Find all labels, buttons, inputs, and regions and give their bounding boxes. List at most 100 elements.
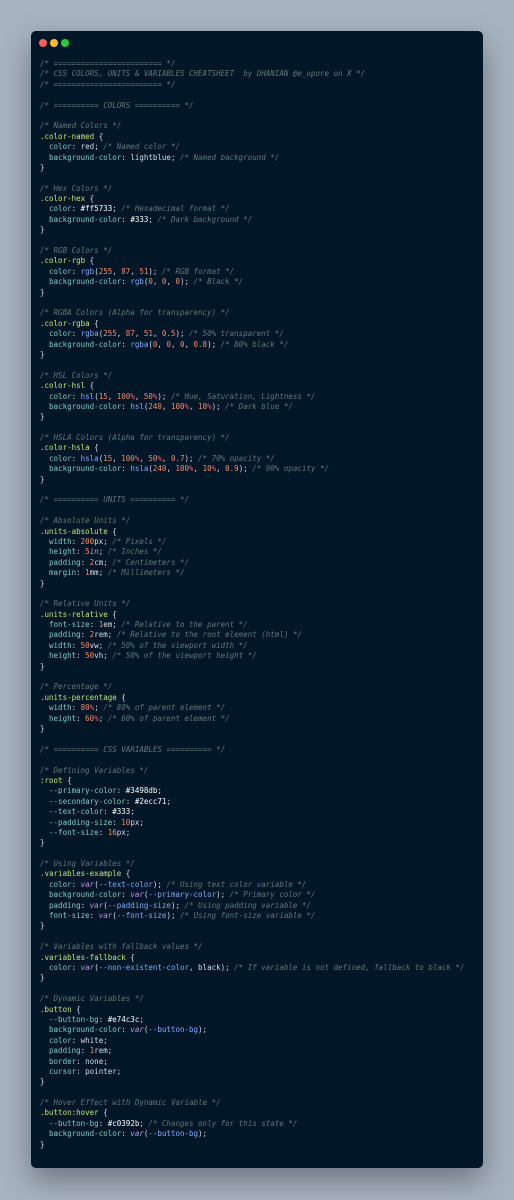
code-token-punc: : xyxy=(89,911,99,921)
code-token-prop: --secondary-color xyxy=(49,796,126,806)
code-line: padding: 1rem; xyxy=(40,1046,464,1056)
code-line: margin: 1mm; /* Millimeters */ xyxy=(40,568,464,578)
code-token-punc: : xyxy=(71,453,81,463)
close-button[interactable] xyxy=(39,39,47,47)
code-token-fn: rgba xyxy=(80,329,99,339)
code-line: .variables-fallback { xyxy=(40,953,464,963)
code-token-fn: rgb xyxy=(80,266,95,276)
code-token-plain: vh xyxy=(94,651,104,661)
code-token-punc: , xyxy=(193,464,203,474)
code-token-var: var xyxy=(89,900,104,910)
code-token-punc: ; xyxy=(98,713,108,723)
code-line: --button-bg: #e74c3c; xyxy=(40,1015,464,1025)
code-token-punc: : xyxy=(98,1014,108,1024)
code-token-punc: : xyxy=(80,630,90,640)
code-line: --text-color: #333; xyxy=(40,807,464,817)
code-token-punc: ); xyxy=(166,911,180,921)
code-line: } xyxy=(40,579,464,589)
code-token-comment: /* Named color */ xyxy=(103,142,180,152)
code-token-punc: ; xyxy=(157,786,162,796)
code-line: padding: 2rem; /* Relative to the root e… xyxy=(40,630,464,640)
code-line: .button { xyxy=(40,1005,464,1015)
code-token-punc: { xyxy=(85,256,95,266)
code-token-prop: color xyxy=(49,329,72,339)
code-line: color: rgba(255, 87, 51, 0.5); /* 50% tr… xyxy=(40,329,464,339)
minimize-button[interactable] xyxy=(50,39,58,47)
code-token-comment: /* Relative Units */ xyxy=(40,599,131,609)
code-token-fn: rgb xyxy=(130,277,144,287)
code-token-punc: , xyxy=(116,329,126,339)
code-token-punc: , xyxy=(161,453,171,463)
code-token-plain: mm xyxy=(89,568,99,578)
code-token-punc: ); xyxy=(152,879,167,889)
code-editor[interactable]: /* ======================== *//* CSS COL… xyxy=(40,59,464,1150)
code-token-comment: /* Dynamic Variables */ xyxy=(40,994,144,1004)
code-token-hex: #c0392b xyxy=(107,1118,140,1128)
code-token-plain: em xyxy=(103,620,113,630)
code-line: } xyxy=(40,350,464,360)
code-token-prop: height xyxy=(49,713,77,723)
code-token-punc: , xyxy=(134,329,144,339)
code-token-fn: hsl xyxy=(130,401,144,411)
code-line: width: 200px; /* Pixels */ xyxy=(40,537,464,547)
code-token-comment: /* HSL Colors */ xyxy=(40,370,113,380)
code-token-punc: { xyxy=(125,952,135,962)
code-token-comment: /* Variables with fallback values */ xyxy=(40,942,203,952)
code-token-comment: /* RGBA Colors (Alpha for transparency) … xyxy=(40,308,230,318)
zoom-button[interactable] xyxy=(61,39,69,47)
code-token-punc: ; xyxy=(103,1035,108,1045)
code-token-var: in xyxy=(89,547,99,557)
code-token-punc: ); xyxy=(179,277,194,287)
code-token-plain: red xyxy=(80,142,95,152)
code-token-punc: } xyxy=(40,412,45,422)
code-token-comment: /* ======================== */ xyxy=(40,79,176,89)
code-token-punc: } xyxy=(40,578,45,588)
code-line: } xyxy=(40,225,464,235)
code-token-comment: /* ======================== */ xyxy=(40,59,176,68)
code-token-prop: padding xyxy=(49,630,81,640)
code-token-var: var xyxy=(130,890,144,900)
code-token-comment: /* 50% transparent */ xyxy=(189,329,284,339)
code-token-punc: ); xyxy=(216,890,230,900)
code-token-fn: --padding-size xyxy=(107,900,171,910)
code-token-comment: /* Percentage */ xyxy=(40,682,113,692)
code-token-punc: ; xyxy=(112,204,122,214)
code-token-prop: margin xyxy=(49,568,77,578)
code-line: background-color: lightblue; /* Named ba… xyxy=(40,153,464,163)
code-token-sel: .units-relative xyxy=(40,609,108,619)
code-token-prop: background-color xyxy=(49,401,122,411)
code-token-comment: /* Using Variables */ xyxy=(40,859,135,869)
code-token-comment: /* 50% of the viewport height */ xyxy=(112,651,257,661)
code-line: background-color: var(--button-bg); xyxy=(40,1129,464,1139)
code-token-prop: padding xyxy=(49,557,81,567)
code-line: .units-absolute { xyxy=(40,527,464,537)
code-token-punc: ); xyxy=(170,900,185,910)
code-token-punc: : xyxy=(76,1056,86,1066)
code-token-comment: /* Named Colors */ xyxy=(40,121,122,131)
code-token-punc: : xyxy=(76,568,86,578)
code-token-punc: { xyxy=(121,869,131,879)
code-token-punc: { xyxy=(89,443,99,453)
code-line: --font-size: 16px; xyxy=(40,828,464,838)
code-token-punc: } xyxy=(40,474,45,484)
code-token-comment: /* Centimeters */ xyxy=(112,557,190,567)
code-token-punc: } xyxy=(40,661,45,671)
code-token-plain: px xyxy=(130,817,140,827)
code-token-punc: } xyxy=(40,838,45,848)
code-token-comment: /* Relative to the root element (html) *… xyxy=(116,630,302,640)
code-token-punc: : xyxy=(76,713,86,723)
code-line: height: 60%; /* 60% of parent element */ xyxy=(40,714,464,724)
code-token-num: 15 xyxy=(98,391,108,401)
code-token-sel: .color-rgba xyxy=(40,318,90,328)
code-token-hex: #2ecc71 xyxy=(134,796,167,806)
code-token-plain: px xyxy=(116,827,126,837)
code-line: /* ========== COLORS ========== */ xyxy=(40,101,464,111)
code-token-punc: ; xyxy=(107,630,117,640)
